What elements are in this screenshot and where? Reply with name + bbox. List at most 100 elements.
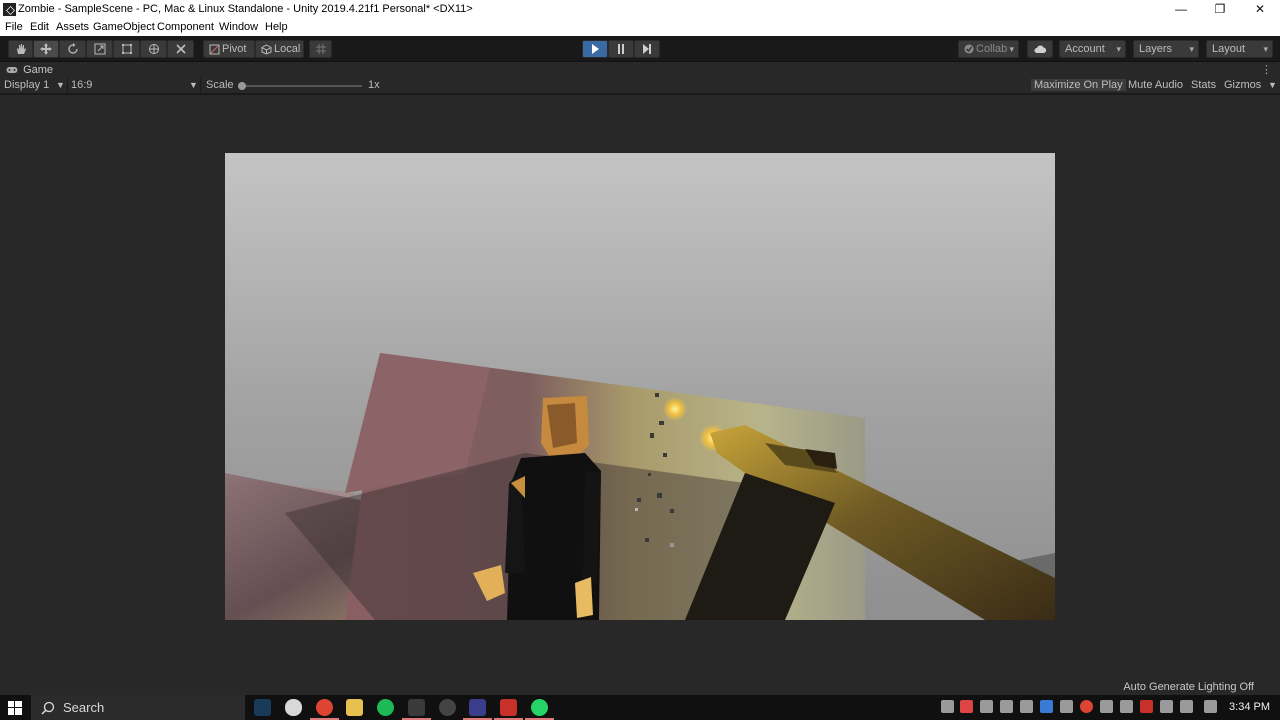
hand-icon	[16, 44, 26, 54]
move-tool-button[interactable]	[33, 40, 59, 58]
title-bar: Zombie - SampleScene - PC, Mac & Linux S…	[0, 0, 1280, 19]
chrome-icon[interactable]	[310, 699, 339, 720]
pivot-toggle[interactable]: Pivot	[203, 40, 255, 58]
obs-icon[interactable]	[439, 699, 456, 716]
file-explorer-icon[interactable]	[346, 699, 363, 716]
pivot-label: Pivot	[222, 43, 247, 55]
game-tab-bar: Game ⋮	[0, 62, 1280, 78]
aspect-chevron-down-icon[interactable]: ▼	[189, 80, 198, 90]
rotate-tool-button[interactable]	[59, 40, 86, 58]
scale-icon	[94, 43, 105, 55]
steam-icon[interactable]	[254, 699, 271, 716]
tray-acrobat-icon[interactable]	[1140, 700, 1153, 713]
tray-app-icon[interactable]	[1060, 700, 1073, 713]
search-icon	[41, 701, 55, 715]
scale-tool-button[interactable]	[86, 40, 113, 58]
step-button[interactable]	[634, 40, 660, 58]
menu-component[interactable]: Component	[157, 21, 214, 33]
gizmos-chevron-down-icon[interactable]: ▼	[1268, 80, 1277, 90]
scale-label: Scale	[206, 79, 234, 91]
gamepad-icon	[6, 67, 18, 74]
maximize-label: Maximize On Play	[1034, 79, 1123, 91]
rect-tool-button[interactable]	[113, 40, 140, 58]
layout-dropdown[interactable]: Layout	[1206, 40, 1273, 58]
menu-file[interactable]: File	[5, 21, 23, 33]
mute-audio-toggle[interactable]: Mute Audio	[1128, 79, 1183, 91]
tab-game-label: Game	[23, 64, 54, 76]
menu-assets[interactable]: Assets	[56, 21, 89, 33]
pause-button[interactable]	[608, 40, 634, 58]
cloud-icon	[1034, 45, 1046, 53]
custom-tool-button[interactable]	[167, 40, 194, 58]
more-options-icon[interactable]: ⋮	[1261, 63, 1272, 76]
maximize-on-play-toggle[interactable]: Maximize On Play	[1031, 79, 1126, 91]
os-taskbar: Search 3:34 PM	[0, 695, 1280, 720]
menu-gameobject[interactable]: GameObject	[93, 21, 155, 33]
step-icon	[643, 44, 651, 54]
tray-steam-icon[interactable]	[1100, 700, 1113, 713]
tray-chrome-icon[interactable]	[1080, 700, 1093, 713]
play-icon	[592, 44, 599, 54]
display-chevron-down-icon[interactable]: ▼	[56, 80, 65, 90]
collab-dropdown[interactable]: Collab	[958, 40, 1019, 58]
gizmos-toggle[interactable]: Gizmos	[1224, 79, 1261, 91]
pivot-icon	[209, 44, 220, 55]
account-dropdown[interactable]: Account	[1059, 40, 1126, 58]
scale-slider-track[interactable]	[240, 85, 362, 87]
volume-icon[interactable]	[1180, 700, 1193, 713]
cube-icon	[261, 44, 272, 55]
cloud-button[interactable]	[1027, 40, 1053, 58]
rotate-icon	[67, 43, 78, 54]
menu-help[interactable]: Help	[265, 21, 288, 33]
hand-tool-button[interactable]	[8, 40, 33, 58]
transform-icon	[148, 44, 159, 54]
aspect-select[interactable]: 16:9	[71, 79, 92, 91]
play-button[interactable]	[582, 40, 608, 58]
taskbar-search[interactable]: Search	[31, 695, 245, 720]
grid-snap-button[interactable]	[309, 40, 332, 58]
tray-app-icon[interactable]	[980, 700, 993, 713]
stats-label: Stats	[1191, 79, 1217, 91]
menu-edit[interactable]: Edit	[30, 21, 49, 33]
tray-obs-icon[interactable]	[941, 700, 954, 713]
wifi-icon[interactable]	[1160, 700, 1173, 713]
game-viewport[interactable]	[225, 153, 1055, 620]
close-button[interactable]: ✕	[1240, 0, 1280, 19]
scale-slider-handle[interactable]	[238, 82, 246, 90]
tray-antivirus-icon[interactable]	[960, 700, 973, 713]
bluetooth-icon[interactable]	[1040, 700, 1053, 713]
start-button[interactable]	[0, 695, 30, 720]
move-icon	[40, 43, 52, 55]
divider	[200, 78, 201, 94]
unity-logo-icon	[3, 3, 16, 16]
status-bar: Auto Generate Lighting Off	[0, 679, 1280, 695]
unity-hub-icon[interactable]	[285, 699, 302, 716]
layers-dropdown[interactable]: Layers	[1133, 40, 1199, 58]
tab-game[interactable]: Game	[6, 64, 53, 76]
spotify-icon[interactable]	[377, 699, 394, 716]
game-scene-render	[225, 153, 1055, 620]
tray-battery-icon[interactable]	[1120, 700, 1133, 713]
system-clock: 3:34 PM	[1229, 701, 1270, 713]
whatsapp-icon[interactable]	[525, 699, 554, 720]
scale-value: 1x	[368, 79, 380, 91]
tray-app-icon[interactable]	[1000, 700, 1013, 713]
unity-editor-icon[interactable]	[402, 699, 431, 720]
game-controls: Display 1 ▼ 16:9 ▼ Scale 1x Maximize On …	[0, 78, 1280, 94]
minimize-button[interactable]: —	[1161, 0, 1201, 19]
pen-icon[interactable]	[1204, 700, 1217, 713]
lighting-status: Auto Generate Lighting Off	[1123, 681, 1254, 693]
local-toggle[interactable]: Local	[255, 40, 304, 58]
transform-tool-button[interactable]	[140, 40, 167, 58]
tray-app-icon[interactable]	[1020, 700, 1033, 713]
aspect-label: 16:9	[71, 79, 93, 91]
acrobat-icon[interactable]	[494, 699, 523, 720]
menu-window[interactable]: Window	[219, 21, 258, 33]
display-label: Display 1	[4, 79, 50, 91]
display-select[interactable]: Display 1	[4, 79, 49, 91]
restore-button[interactable]: ❐	[1200, 0, 1240, 19]
check-circle-icon	[964, 44, 974, 54]
game-view-panel	[0, 95, 1280, 679]
snipping-tool-icon[interactable]	[463, 699, 492, 720]
stats-toggle[interactable]: Stats	[1191, 79, 1216, 91]
